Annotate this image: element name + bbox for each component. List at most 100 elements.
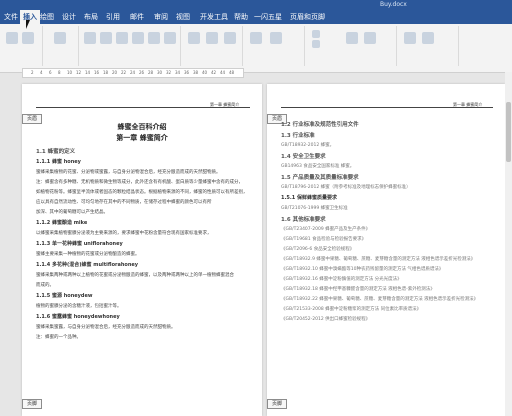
tab-7[interactable]: 审阅 [154, 10, 168, 24]
section-heading: 1.2 行业标准及规范性引用文件 [281, 122, 359, 128]
paragraph-line: GB/T18796-2012 蜂蜜（附参考标准及地理标志保护蜂蜜标准） [281, 185, 411, 190]
paragraph-line: 蜜蜂采集两种或两种以上植物的花蜜或分泌物酿造的蜂蜜，以及两种或两种以上的单一植物… [36, 273, 234, 278]
ruler-tick-label: 42 [211, 70, 217, 75]
ruler-tick-label: 32 [166, 70, 172, 75]
ruler-tick-label: 26 [139, 70, 145, 75]
ruler-tick-label: 12 [76, 70, 82, 75]
cover-page-icon[interactable] [6, 32, 18, 44]
tab-4[interactable]: 布局 [84, 10, 98, 24]
paragraph-line: 以蜂蜜采集植物蜜腺分泌液为主要来源的，要求蜂蜜中花粉含量符合现有国家标准要求， [36, 231, 212, 236]
ruler-tick-label: 24 [130, 70, 136, 75]
tab-10[interactable]: 帮助 [234, 10, 248, 24]
ribbon-group-illustrations [80, 26, 181, 66]
section-heading: 1.6 其他标准要求 [281, 217, 326, 223]
paragraph-line: 蜜蜂采集蜜露，与自身分泌物混合后，经充分酿造而成的天然甜物质。 [36, 325, 176, 330]
paragraph-line: 《GB/T18932.9 蜂蜜中果糖、葡萄糖、蔗糖、麦芽糖含量的测定方法 液相色… [281, 257, 476, 262]
footer-icon[interactable] [312, 30, 320, 38]
ribbon-group-comments [244, 26, 305, 66]
paragraph-line: 蜜蜂采集植物的花蜜、分泌物或蜜露，与自身分泌物混合后，经充分酿造而成的天然甜物质… [36, 170, 221, 175]
section-heading: 1.1.4 多花种(混合)蜂蜜 multiflorahoney [36, 262, 139, 268]
section-heading: 1.1.2 蜂蜜酿造 mike [36, 220, 88, 226]
horizontal-ruler[interactable]: 2 4 6 8 10 12 14 16 18 20 22 24 26 28 30 32 34 36 38 40 42 44… [22, 68, 244, 78]
ruler-tick-label: 48 [229, 70, 235, 75]
paragraph-line: GB/T21076-1999 蜂蜜卫生标准 [281, 206, 348, 211]
icons-icon[interactable] [116, 32, 128, 44]
footer-label: 页脚 [22, 399, 42, 409]
paragraph-line: 《GB/T23407-2009 蜂蜜产品及生产条件》 [281, 227, 371, 232]
link-icon[interactable] [206, 32, 218, 44]
ribbon-group-media [182, 26, 243, 66]
ruler-tick-label: 16 [94, 70, 100, 75]
scrollbar-thumb[interactable] [506, 102, 511, 162]
document-page-left[interactable]: 第一章 蜂蜜简介 页眉 蜂蜜全百科介绍 第一章 蜂蜜简介 1.1 蜂蜜的定义 1.… [22, 84, 262, 416]
section-heading: 1.4 安全卫生要求 [281, 154, 326, 160]
tab-8[interactable]: 视图 [176, 10, 190, 24]
ribbon-toolbar [0, 24, 512, 73]
ruler-tick-label: 28 [148, 70, 154, 75]
ruler-tick-label: 4 [40, 70, 43, 75]
tab-0[interactable]: 文件 [4, 10, 18, 24]
tab-2[interactable]: 绘图 [40, 10, 54, 24]
3d-model-icon[interactable] [132, 32, 144, 44]
ruler-tick-label: 14 [85, 70, 91, 75]
vertical-scrollbar[interactable] [505, 72, 512, 416]
paragraph-line: GB14963 食品安全国家标准 蜂蜜。 [281, 164, 355, 169]
paragraph-line: 注：蜂蜜的一个品种。 [36, 335, 81, 340]
blank-page-icon[interactable] [22, 32, 34, 44]
video-icon[interactable] [188, 32, 200, 44]
ruler-tick-label: 20 [112, 70, 118, 75]
footer-label: 页脚 [267, 399, 287, 409]
paragraph-line: 《GB/T18932.18 蜂蜜中羟甲基糠醛含量的测定方法 液相色谱-紫外检测法… [281, 287, 435, 292]
paragraph-line: 而成的。 [36, 283, 54, 288]
paragraph-line: 植物的蜜腺分泌的含糖汁液，包括蜜汁等。 [36, 304, 122, 309]
chart-icon[interactable] [164, 32, 176, 44]
ribbon-group-pages [2, 26, 43, 66]
tab-9[interactable]: 开发工具 [200, 10, 228, 24]
header-icon[interactable] [270, 32, 282, 44]
section-heading: 1.3 行业标准 [281, 133, 315, 139]
title-bar: Buy.docx [0, 0, 512, 10]
shapes-icon[interactable] [100, 32, 112, 44]
smartart-icon[interactable] [148, 32, 160, 44]
mouse-cursor-icon [26, 20, 34, 29]
ribbon-group-header-footer [306, 26, 397, 66]
document-title: Buy.docx [380, 1, 407, 8]
tab-3[interactable]: 设计 [62, 10, 76, 24]
paragraph-line: GB/T18932-2012 蜂蜜。 [281, 143, 335, 148]
table-icon[interactable] [54, 32, 66, 44]
ruler-tick-label: 30 [157, 70, 163, 75]
header-rule [281, 107, 493, 108]
paragraph-line: 《GB/T19681 食品检验与检验报告要求》 [281, 237, 367, 242]
section-heading: 1.1.5 蜜源 honeydew [36, 293, 93, 299]
tab-6[interactable]: 邮件 [130, 10, 144, 24]
section-heading: 1.1.1 蜂蜜 honey [36, 159, 81, 165]
picture-icon[interactable] [84, 32, 96, 44]
paragraph-line: 《GB/T18932.22 蜂蜜中果糖、葡萄糖、蔗糖、麦芽糖含量的测定方法 液相… [281, 297, 479, 302]
paragraph-line: 《GB/T18932.10 蜂蜜中溴螨酯等10种农药残留量的测定方法 气相色谱质… [281, 267, 444, 272]
paragraph-line: 加深、其中的葡萄糖可以产生结晶。 [36, 210, 108, 215]
section-heading: 1.5.1 保鲜蜂蜜质量要求 [281, 195, 337, 201]
symbol-icon[interactable] [422, 32, 434, 44]
section-heading: 1.1.6 蜜露蜂蜜 honeydewhoney [36, 314, 120, 320]
document-page-right[interactable]: 第一章 蜂蜜简介 页眉 1.2 行业标准及规范性引用文件 1.3 行业标准 GB/T… [267, 84, 505, 416]
tab-11[interactable]: 一闪五星 [254, 10, 282, 24]
ribbon-tab-bar: 文件 插入 绘图 设计 布局 引用 邮件 审阅 视图 开发工具 帮助 一闪五星 页眉和页脚 [0, 10, 512, 24]
comment-icon[interactable] [250, 32, 262, 44]
paragraph-line: 《GB/T21533-2008 蜂蜜中淀粉糖浆的测定方法 同位素比率质谱法》 [281, 307, 422, 312]
paragraph-line: 《GB/T18932.16 蜂蜜中淀粉酶值的测定方法 分光光度法》 [281, 277, 402, 282]
ruler-tick-label: 34 [175, 70, 181, 75]
header-rule [36, 107, 250, 108]
paragraph-line: 如植物花粉等。蜂蜜呈半流体或者固态的颗粒结晶状态。根据植物来源的不同，蜂蜜的性质… [36, 190, 248, 195]
bookmark-icon[interactable] [224, 32, 236, 44]
section-heading: 1.1.3 单一花种蜂蜜 uniflorahoney [36, 241, 123, 247]
tab-12[interactable]: 页眉和页脚 [290, 10, 325, 24]
wordart-icon[interactable] [364, 32, 376, 44]
section-heading: 1.5 产品质量及其质量标准要求 [281, 175, 359, 181]
paragraph-line: 注：蜂蜜含有多种糖、无机物质和微生物等成分，此外还含有有机酸、蛋白质等少量蜂蜜中… [36, 180, 243, 185]
section-heading: 1.1 蜂蜜的定义 [36, 149, 76, 155]
text-box-icon[interactable] [346, 32, 358, 44]
equation-icon[interactable] [404, 32, 416, 44]
page-number-icon[interactable] [312, 40, 320, 48]
tab-5[interactable]: 引用 [106, 10, 120, 24]
ruler-tick-label: 44 [220, 70, 226, 75]
